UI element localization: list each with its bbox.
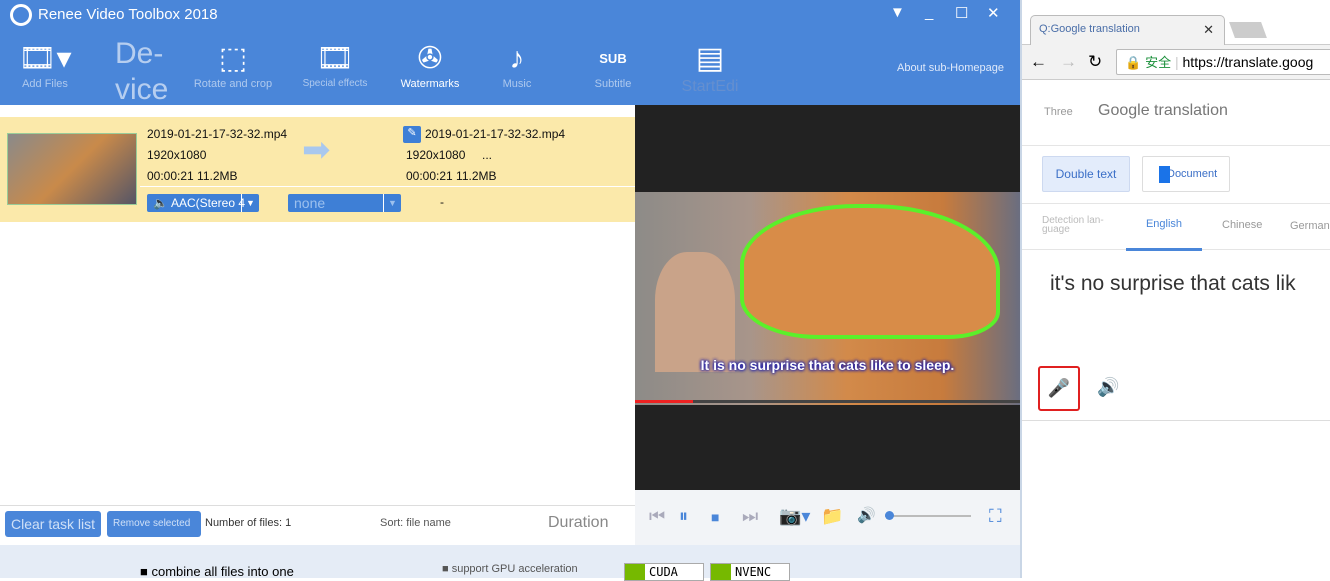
close-tab-icon[interactable]: ✕ xyxy=(1203,22,1214,38)
sort-option[interactable]: Sort: file name xyxy=(380,517,451,529)
reload-icon[interactable]: ↻ xyxy=(1088,52,1102,72)
film-add-icon: 🎞▾ xyxy=(18,42,72,75)
output-filename: 2019-01-21-17-32-32.mp4 xyxy=(425,127,566,141)
browser-window: Q:Google translation ✕ ← → ↻ 🔒 安全 | https… xyxy=(1020,0,1330,578)
lock-icon: 🔒 xyxy=(1125,55,1142,70)
output-duration-size: 00:00:21 11.2MB xyxy=(406,169,497,183)
document-icon xyxy=(1159,166,1170,183)
lang-tab-chinese[interactable]: Chinese xyxy=(1222,219,1262,231)
crop-rotate-icon: ⬚ xyxy=(218,42,248,75)
edit-output-icon[interactable]: ✎ xyxy=(403,126,421,143)
convert-arrow-icon: ➡ xyxy=(302,131,331,169)
music-button[interactable]: ♪ Music xyxy=(472,40,562,90)
speaker-icon[interactable]: 🔊 xyxy=(1097,377,1119,398)
source-filename: 2019-01-21-17-32-32.mp4 xyxy=(147,127,288,141)
film-sparkle-icon: 🎞 xyxy=(315,42,355,75)
url-input[interactable]: 🔒 安全 | https://translate.goog xyxy=(1116,49,1330,75)
translate-header: Three Google translation xyxy=(1022,80,1330,146)
subtitle-select[interactable]: none ▼ xyxy=(288,194,401,212)
lang-tab-detect[interactable]: Detection lan-guage xyxy=(1042,216,1112,235)
gpu-acceleration-option[interactable]: ■ support GPU acceleration xyxy=(442,563,578,575)
source-duration-size: 00:00:21 11.2MB xyxy=(147,169,238,183)
add-files-button[interactable]: 🎞▾ Add Files xyxy=(0,40,90,90)
file-count: Number of files: 1 xyxy=(205,517,292,529)
chevron-down-icon: ▼ xyxy=(241,194,259,212)
volume-icon[interactable]: 🔊 xyxy=(857,506,876,524)
stop-icon[interactable]: ■ xyxy=(711,509,719,525)
title-bar: Renee Video Toolbox 2018 ▼ _ ☐ ✕ 🎞▾ Add F… xyxy=(0,0,1020,108)
text-mode-button[interactable]: Double text xyxy=(1042,156,1130,192)
video-preview[interactable]: It is no surprise that cats like to slee… xyxy=(635,105,1020,490)
document-icon: ▤ xyxy=(695,42,725,75)
player-controls: ⏮ ⏸ ■ ⏭ 📷▾ 📁 🔊 ⛶ xyxy=(635,490,1020,545)
start-edit-button[interactable]: ▤ StartEdi xyxy=(665,40,755,96)
speaker-icon: 🔈 xyxy=(153,196,168,210)
remove-selected-button[interactable]: Remove selected xyxy=(107,511,201,537)
combine-files-option[interactable]: ■ combine all files into one xyxy=(140,564,294,579)
file-task-row[interactable]: 2019-01-21-17-32-32.mp4 1920x1080 00:00:… xyxy=(0,117,635,222)
menu-dropdown-icon[interactable]: ▼ xyxy=(890,4,905,21)
new-tab-button[interactable] xyxy=(1229,22,1267,38)
video-thumbnail xyxy=(7,133,137,205)
minimize-button[interactable]: _ xyxy=(925,4,933,21)
close-button[interactable]: ✕ xyxy=(987,4,1000,22)
cuda-badge: CUDA xyxy=(624,563,704,581)
address-bar-row: ← → ↻ 🔒 安全 | https://translate.goog xyxy=(1022,45,1330,80)
chevron-down-icon: ▼ xyxy=(383,194,401,212)
folder-icon[interactable]: 📁 xyxy=(821,506,843,527)
video-subtitle: It is no surprise that cats like to slee… xyxy=(700,357,955,373)
microphone-button[interactable]: 🎤 xyxy=(1038,366,1080,411)
duration-label[interactable]: Duration xyxy=(548,514,608,532)
fullscreen-icon[interactable]: ⛶ xyxy=(989,506,1002,527)
language-tabs: Detection lan-guage English Chinese Germ… xyxy=(1022,203,1330,251)
camera-icon[interactable]: 📷▾ xyxy=(779,506,810,527)
next-icon[interactable]: ⏭ xyxy=(742,506,758,527)
lang-tab-german[interactable]: German xyxy=(1290,220,1330,232)
forward-icon[interactable]: → xyxy=(1060,52,1077,72)
device-label[interactable]: De- vice xyxy=(115,36,168,108)
volume-slider[interactable] xyxy=(885,511,971,520)
menu-label[interactable]: Three xyxy=(1044,106,1073,118)
previous-icon[interactable]: ⏮ xyxy=(649,506,665,527)
pause-icon[interactable]: ⏸ xyxy=(679,506,688,527)
subtitle-icon: SUB xyxy=(599,51,627,66)
person-image xyxy=(655,252,735,372)
lang-tab-english[interactable]: English xyxy=(1126,218,1202,251)
document-mode-button[interactable]: Document xyxy=(1142,156,1230,192)
video-frame: It is no surprise that cats like to slee… xyxy=(635,192,1020,405)
footer-options: ■ combine all files into one ■ support G… xyxy=(0,545,1020,581)
nvenc-badge: NVENC xyxy=(710,563,790,581)
video-toolbox-window: Renee Video Toolbox 2018 ▼ _ ☐ ✕ 🎞▾ Add F… xyxy=(0,0,1020,581)
watermarks-button[interactable]: ✇ Watermarks xyxy=(385,40,475,90)
microphone-icon: 🎤 xyxy=(1047,378,1071,398)
task-bar: Clear task list Remove selected Number o… xyxy=(0,505,635,545)
music-note-icon: ♪ xyxy=(509,42,525,75)
source-info: 2019-01-21-17-32-32.mp4 1920x1080 00:00:… xyxy=(147,124,287,187)
clear-task-list-button[interactable]: Clear task list xyxy=(5,511,102,537)
cat-image xyxy=(740,204,1000,339)
app-title: Renee Video Toolbox 2018 xyxy=(38,6,218,23)
tab-strip: Q:Google translation ✕ xyxy=(1022,0,1330,45)
extra-value: - xyxy=(440,195,444,209)
browser-tab[interactable]: Q:Google translation ✕ xyxy=(1030,15,1225,45)
translate-title: Google translation xyxy=(1098,102,1228,119)
about-link[interactable]: About sub-Homepage xyxy=(897,62,1004,74)
app-logo-icon xyxy=(10,4,32,26)
back-icon[interactable]: ← xyxy=(1030,52,1047,72)
audio-track-select[interactable]: 🔈 AAC(Stereo 4 ▼ xyxy=(147,194,259,212)
rotate-crop-button[interactable]: ⬚ Rotate and crop xyxy=(188,40,278,90)
source-resolution: 1920x1080 xyxy=(147,148,207,162)
maximize-button[interactable]: ☐ xyxy=(955,4,968,22)
subtitle-button[interactable]: SUB Subtitle xyxy=(568,40,658,90)
source-text-input[interactable]: it's no surprise that cats lik xyxy=(1050,272,1296,296)
watermark-icon: ✇ xyxy=(417,42,443,75)
more-options-button[interactable]: ... xyxy=(482,145,492,166)
output-resolution: 1920x1080 xyxy=(406,148,466,162)
special-effects-button[interactable]: 🎞 Special effects xyxy=(290,40,380,89)
